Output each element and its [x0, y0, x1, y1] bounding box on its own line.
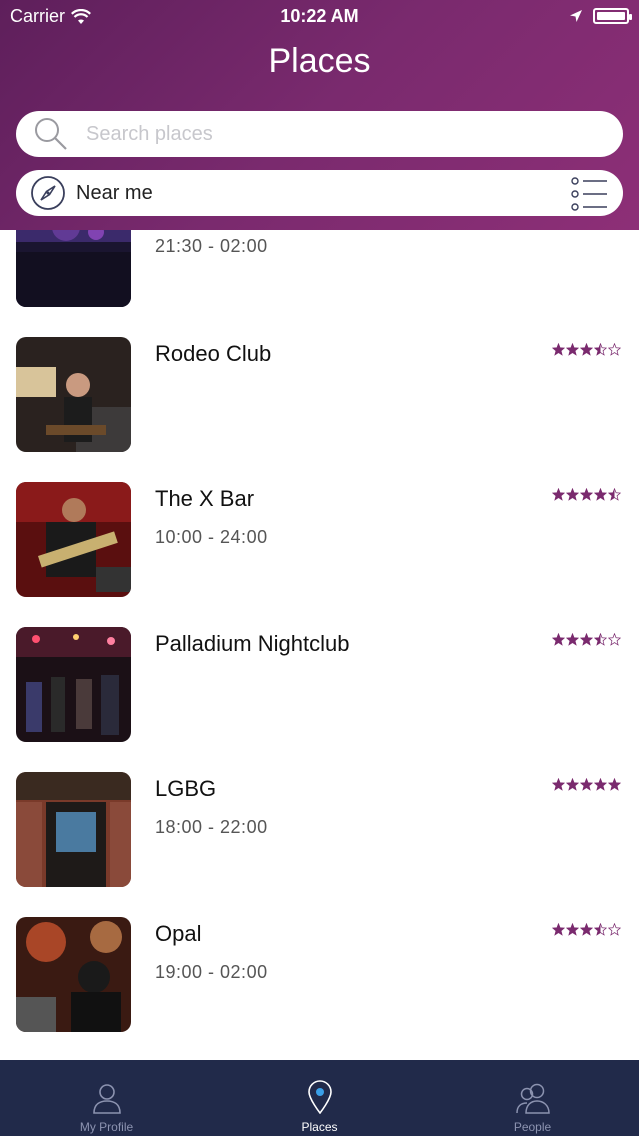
search-bar[interactable]	[16, 111, 623, 157]
place-thumbnail	[16, 230, 131, 307]
star-half-icon	[593, 632, 608, 651]
star-half-icon	[593, 342, 608, 361]
list-item[interactable]: Opal 19:00 - 02:00	[0, 917, 639, 1060]
place-hours: 21:30 - 02:00	[155, 236, 268, 256]
tab-label: People	[513, 1120, 552, 1134]
place-thumbnail	[16, 337, 131, 452]
list-item[interactable]: 21:30 - 02:00	[0, 230, 639, 345]
tab-people[interactable]: People	[426, 1060, 639, 1136]
star-full-icon	[593, 777, 608, 796]
tab-label: My Profile	[79, 1120, 134, 1134]
star-half-icon	[607, 487, 622, 506]
star-full-icon	[579, 342, 594, 361]
search-input[interactable]	[86, 122, 566, 146]
compass-icon	[31, 176, 65, 210]
star-full-icon	[551, 487, 566, 506]
star-full-icon	[565, 342, 580, 361]
list-item[interactable]: Rodeo Club	[0, 337, 639, 482]
place-thumbnail	[16, 917, 131, 1032]
star-full-icon	[565, 922, 580, 941]
place-hours: 18:00 - 22:00	[155, 817, 268, 837]
star-empty-icon	[607, 922, 622, 941]
page-title: Places	[268, 42, 371, 80]
people-icon	[515, 1083, 550, 1114]
place-hours: 10:00 - 24:00	[155, 527, 268, 547]
location-pin-icon	[307, 1080, 332, 1114]
rating-stars	[551, 922, 622, 941]
star-half-icon	[593, 922, 608, 941]
status-time: 10:22 AM	[280, 6, 359, 26]
status-bar: Carrier 10:22 AM	[0, 0, 639, 34]
star-full-icon	[579, 777, 594, 796]
place-name: Palladium Nightclub	[155, 631, 350, 656]
star-full-icon	[551, 632, 566, 651]
rating-stars	[551, 342, 622, 361]
star-full-icon	[551, 342, 566, 361]
star-full-icon	[551, 777, 566, 796]
place-name: LGBG	[155, 776, 217, 801]
place-thumbnail	[16, 627, 131, 742]
tab-places[interactable]: Places	[213, 1060, 426, 1136]
star-full-icon	[607, 777, 622, 796]
place-name: The X Bar	[155, 486, 255, 511]
place-hours: 19:00 - 02:00	[155, 962, 268, 982]
status-right	[569, 8, 632, 24]
star-full-icon	[579, 487, 594, 506]
tab-label: Places	[301, 1120, 338, 1134]
list-view-icon[interactable]	[571, 176, 609, 212]
header: Carrier 10:22 AM Places Near	[0, 0, 639, 230]
tab-bar: My Profile Places People	[0, 1060, 639, 1136]
star-full-icon	[579, 922, 594, 941]
list-item[interactable]: Palladium Nightclub	[0, 627, 639, 772]
search-icon	[35, 118, 67, 150]
star-full-icon	[593, 487, 608, 506]
battery-icon	[593, 8, 632, 24]
star-full-icon	[565, 632, 580, 651]
star-empty-icon	[607, 632, 622, 651]
place-thumbnail	[16, 482, 131, 597]
list-item[interactable]: The X Bar 10:00 - 24:00	[0, 482, 639, 627]
place-thumbnail	[16, 772, 131, 887]
place-name: Rodeo Club	[155, 341, 272, 366]
location-arrow-icon	[570, 10, 582, 22]
list-item[interactable]: LGBG 18:00 - 22:00	[0, 772, 639, 917]
tab-my-profile[interactable]: My Profile	[0, 1060, 213, 1136]
near-me-filter[interactable]: Near me	[16, 170, 623, 216]
star-full-icon	[565, 487, 580, 506]
near-me-label: Near me	[76, 181, 153, 204]
person-icon	[92, 1084, 121, 1114]
star-full-icon	[551, 922, 566, 941]
star-full-icon	[579, 632, 594, 651]
place-name: Opal	[155, 921, 202, 946]
rating-stars	[551, 777, 622, 796]
star-empty-icon	[607, 342, 622, 361]
star-full-icon	[565, 777, 580, 796]
places-list[interactable]: 21:30 - 02:00 Rodeo Club The X Bar 10:00…	[0, 230, 639, 1060]
rating-stars	[551, 632, 622, 651]
rating-stars	[551, 487, 622, 506]
